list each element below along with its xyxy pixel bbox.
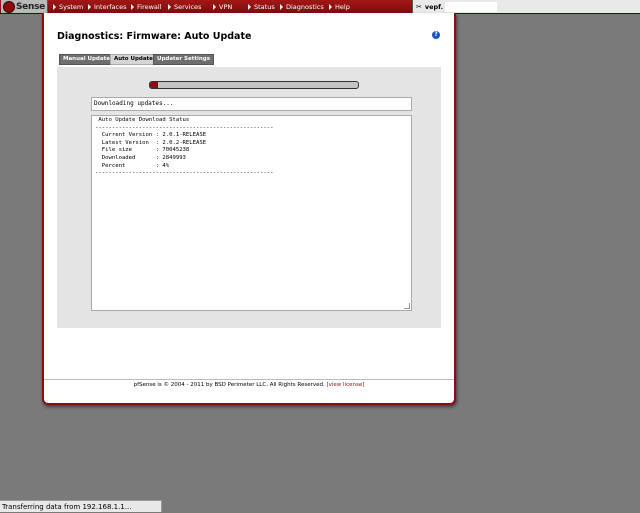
scissors-icon: ✂ bbox=[416, 2, 422, 11]
menu-arrow-icon bbox=[280, 3, 283, 10]
update-content-box: Downloading updates... Auto Update Downl… bbox=[57, 67, 441, 328]
nav-item-help[interactable]: Help bbox=[329, 0, 350, 13]
top-navigation-bar: Sense System Interfaces Firewall Service… bbox=[0, 0, 640, 14]
nav-item-status[interactable]: Status bbox=[248, 0, 275, 13]
update-output-textarea[interactable]: Auto Update Download Status ------------… bbox=[91, 115, 412, 311]
footer-divider bbox=[44, 379, 454, 380]
update-status-field[interactable]: Downloading updates... bbox=[91, 97, 412, 111]
view-license-link[interactable]: [view license] bbox=[326, 382, 364, 388]
menu-arrow-icon bbox=[88, 3, 91, 10]
menu-arrow-icon bbox=[131, 3, 134, 10]
help-icon[interactable]: ? bbox=[432, 31, 440, 39]
nav-item-services[interactable]: Services bbox=[168, 0, 201, 13]
logo-text: Sense bbox=[16, 1, 45, 12]
resize-grip-icon[interactable] bbox=[404, 303, 410, 309]
menu-arrow-icon bbox=[248, 3, 251, 10]
menu-arrow-icon bbox=[329, 3, 332, 10]
page-title: Diagnostics: Firmware: Auto Update bbox=[57, 31, 252, 42]
footer: pfSense is © 2004 - 2011 by BSD Perimete… bbox=[44, 382, 454, 388]
nav-item-diagnostics[interactable]: Diagnostics bbox=[280, 0, 324, 13]
hostname-label: vepf. bbox=[424, 2, 444, 11]
nav-item-system[interactable]: System bbox=[53, 0, 83, 13]
nav-item-interfaces[interactable]: Interfaces bbox=[88, 0, 127, 13]
logo-mark-icon bbox=[3, 0, 15, 13]
download-progress-bar bbox=[149, 81, 359, 89]
tab-updater-settings[interactable]: Updater Settings bbox=[153, 54, 214, 65]
menu-arrow-icon bbox=[53, 3, 56, 10]
hostname-field bbox=[445, 1, 498, 12]
nav-item-firewall[interactable]: Firewall bbox=[131, 0, 162, 13]
menu-arrow-icon bbox=[168, 3, 171, 10]
hostname-box[interactable]: ✂ vepf. bbox=[412, 0, 640, 13]
download-progress-fill bbox=[150, 82, 159, 88]
menu-arrow-icon bbox=[213, 3, 216, 10]
nav-item-vpn[interactable]: VPN bbox=[213, 0, 232, 13]
copyright-text: pfSense is © 2004 - 2011 by BSD Perimete… bbox=[133, 382, 327, 388]
main-panel: Diagnostics: Firmware: Auto Update ? Man… bbox=[42, 13, 456, 405]
browser-status-bar: Transferring data from 192.168.1.1... bbox=[0, 500, 162, 512]
pfsense-logo[interactable]: Sense bbox=[1, 0, 48, 13]
tab-auto-update[interactable]: Auto Update bbox=[110, 54, 157, 65]
tab-manual-update[interactable]: Manual Update bbox=[59, 54, 114, 65]
